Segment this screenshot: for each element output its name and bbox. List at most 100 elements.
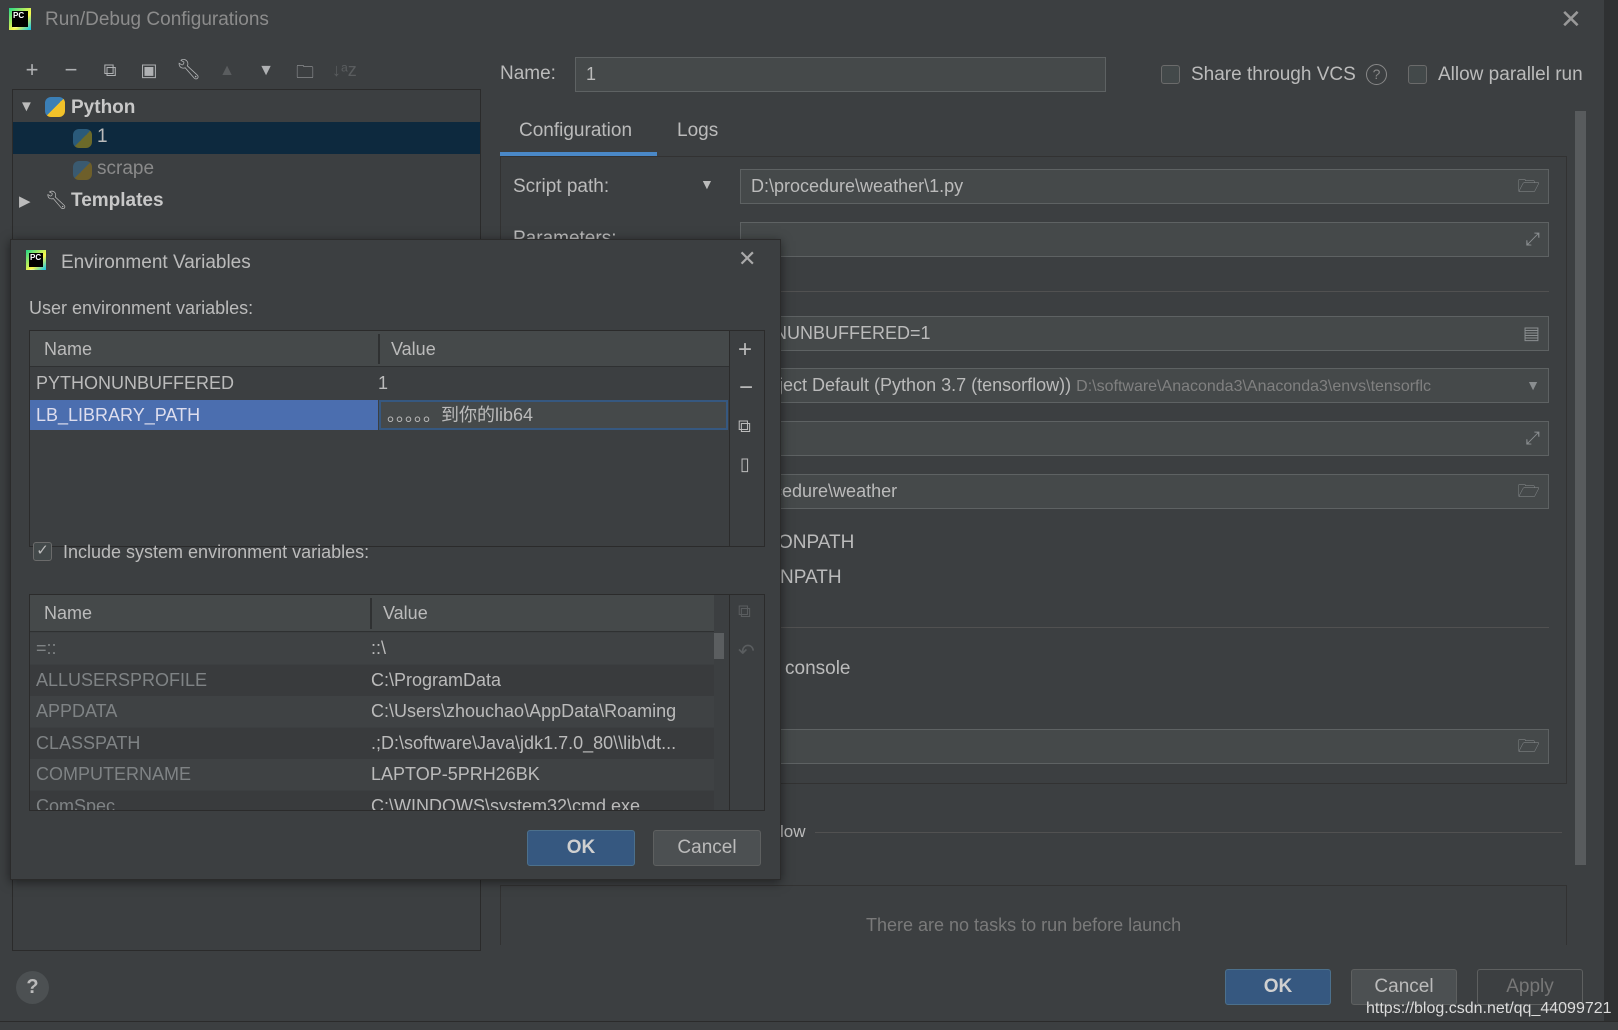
folder-icon[interactable]: 🗁 [1518,475,1540,508]
ok-button[interactable]: OK [1225,969,1331,1005]
divider [740,291,1549,292]
tree-python-group[interactable]: ▼ Python [13,94,480,124]
expand-icon[interactable]: ⤢ [1526,223,1540,256]
tab-configuration[interactable]: Configuration [519,120,632,142]
arrow-down-icon[interactable]: ▼ [254,62,278,80]
column-divider[interactable] [370,598,372,629]
allow-parallel-checkbox[interactable] [1408,65,1427,84]
row-value: C:\Users\zhouchao\AppData\Roaming [371,701,677,721]
before-launch-label: low [780,822,806,841]
script-type-dropdown[interactable]: ▼ [700,176,714,192]
window-edge [1604,0,1618,1022]
remove-icon[interactable]: − [739,374,753,402]
script-path-input[interactable]: D:\procedure\weather\1.py 🗁 [740,169,1549,204]
table-row[interactable]: ComSpec C:\WINDOWS\system32\cmd.exe [30,790,714,810]
copy-icon[interactable]: ⧉ [98,60,122,81]
column-header-name[interactable]: Name [38,331,378,366]
env-variables-input[interactable]: HONUNBUFFERED=1 ▤ [740,316,1549,351]
row-name: LB_LIBRARY_PATH [30,400,378,430]
chevron-down-icon[interactable]: ▼ [1520,369,1540,402]
name-input[interactable]: 1 [575,57,1106,92]
table-row[interactable]: ALLUSERSPROFILE C:\ProgramData [30,664,714,696]
save-icon[interactable]: ▣ [137,60,161,81]
table-row[interactable]: PYTHONUNBUFFERED 1 [30,368,729,399]
table-header: Name Value [30,595,714,632]
plus-icon[interactable]: + [20,57,44,83]
close-icon[interactable]: ✕ [738,246,756,272]
table-row-selected[interactable]: LB_LIBRARY_PATH 。。。。。到你的lib64 [30,400,729,430]
working-directory-input[interactable]: procedure\weather 🗁 [740,474,1549,509]
add-icon[interactable]: + [738,336,752,364]
path-input[interactable]: 🗁 [740,729,1549,764]
table-actions: ⧉ ↶ [729,595,764,810]
tree-templates[interactable]: ▶ 🔧︎ Templates [13,186,480,218]
tree-python-label: Python [71,97,136,118]
allow-parallel-label: Allow parallel run [1438,64,1583,85]
copy-icon[interactable]: ⧉ [738,416,751,437]
divider [740,627,1549,628]
parameters-input[interactable]: ⤢ [740,222,1549,257]
scrollbar[interactable] [714,633,724,659]
include-system-label: Include system environment variables: [63,542,370,562]
interpreter-path: D:\software\Anaconda3\Anaconda3\envs\ten… [1076,378,1432,395]
share-vcs-label: Share through VCS [1191,64,1356,85]
system-env-table: Name Value =::::\ ALLUSERSPROFILE C:\Progr… [29,594,765,811]
undo-icon: ↶ [738,641,755,663]
interpreter-options-input[interactable]: ⤢ [740,421,1549,456]
column-header-name[interactable]: Name [38,595,368,631]
env-cancel-button[interactable]: Cancel [653,830,761,866]
row-name: CLASSPATH [36,732,141,753]
column-header-value[interactable]: Value [377,595,707,631]
row-name: ALLUSERSPROFILE [36,669,208,690]
tree-item-label: 1 [97,126,108,147]
interpreter-select[interactable]: Project Default (Python 3.7 (tensorflow)… [740,368,1549,403]
env-ok-button[interactable]: OK [527,830,635,866]
minus-icon[interactable]: − [59,57,83,83]
window-title: Run/Debug Configurations [45,9,269,30]
row-value: .;D:\software\Java\jdk1.7.0_80\\lib\dt..… [371,732,677,753]
document-icon[interactable]: ▤ [1523,317,1540,350]
new-folder-icon[interactable]: 🗀 [293,60,317,90]
watermark: https://blog.csdn.net/qq_44099721 [1366,1000,1612,1017]
help-icon[interactable]: ? [1366,64,1387,85]
scrollbar[interactable] [1575,111,1586,865]
script-path-label: Script path: [513,176,610,197]
column-divider[interactable] [378,334,380,364]
close-icon[interactable]: ✕ [1560,4,1582,35]
tab-logs[interactable]: Logs [677,120,718,142]
name-label: Name: [500,63,556,84]
row-value: 1 [378,373,389,393]
env-dialog-title: Environment Variables [61,252,251,273]
tree-item-1[interactable]: 1 [13,122,480,154]
help-button[interactable]: ? [16,971,49,1004]
python-icon [45,97,65,117]
folder-icon[interactable]: 🗁 [1518,730,1540,763]
expand-arrow-icon[interactable]: ▼ [19,98,34,115]
table-row[interactable]: =::::\ [30,633,714,664]
wrench-icon[interactable]: 🔧︎ [176,57,201,82]
script-path-value: D:\procedure\weather\1.py [751,176,964,196]
row-value-editor[interactable]: 。。。。。到你的lib64 [379,400,728,430]
share-vcs-checkbox[interactable] [1161,65,1180,84]
expand-arrow-icon[interactable]: ▶ [19,192,31,210]
tree-templates-label: Templates [71,190,164,211]
include-system-checkbox[interactable]: ✓ [33,542,52,561]
paste-icon[interactable]: ▯ [740,454,750,475]
column-header-value[interactable]: Value [385,331,725,366]
interpreter-value: Project Default (Python 3.7 (tensorflow)… [751,375,1072,395]
divider [815,832,1562,833]
row-name: =:: [36,638,57,658]
env-dialog: PC _ Environment Variables ✕ User environ… [10,239,781,880]
console-label: console [785,658,851,679]
pycharm-logo: PC _ [9,8,31,30]
folder-icon[interactable]: 🗁 [1518,170,1540,203]
table-row[interactable]: COMPUTERNAME LAPTOP-5PRH26BK [30,759,714,790]
add-source-roots-label: NPATH [780,567,842,588]
table-row[interactable]: CLASSPATH .;D:\software\Java\jdk1.7.0_80\… [30,727,714,759]
table-row[interactable]: APPDATA C:\Users\zhouchao\AppData\Roaming [30,696,714,727]
expand-icon[interactable]: ⤢ [1526,422,1540,455]
tree-item-scrape[interactable]: scrape [13,154,480,186]
table-actions: + − ⧉ ▯ [729,331,765,546]
row-name: APPDATA [36,701,118,721]
wrench-icon: 🔧︎ [45,190,68,210]
